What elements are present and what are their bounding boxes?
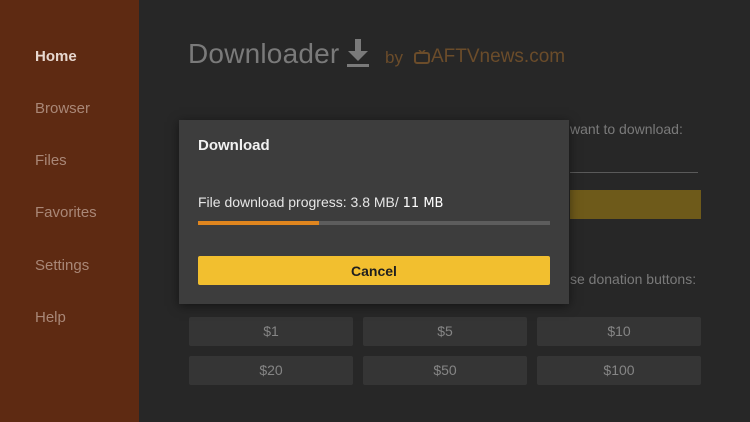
sidebar-item-help[interactable]: Help [35, 309, 66, 326]
donate-10-button[interactable]: $10 [537, 317, 701, 346]
sidebar-item-home[interactable]: Home [35, 48, 77, 65]
by-label: by [385, 48, 403, 67]
cancel-button[interactable]: Cancel [198, 256, 550, 285]
sidebar-item-files[interactable]: Files [35, 152, 67, 169]
donate-50-button[interactable]: $50 [363, 356, 527, 385]
progress-text: File download progress: 3.8 MB/ 11 MB [198, 194, 443, 211]
page-title: Downloader [188, 38, 340, 69]
go-button[interactable] [570, 190, 701, 219]
donate-1-button[interactable]: $1 [189, 317, 353, 346]
tv-icon [414, 49, 430, 69]
brand-name: AFTVnews.com [431, 46, 566, 67]
donation-prompt: se donation buttons: [570, 271, 697, 287]
progress-total: 11 MB [402, 196, 444, 211]
sidebar-item-settings[interactable]: Settings [35, 257, 89, 274]
donate-20-button[interactable]: $20 [189, 356, 353, 385]
download-icon [345, 37, 371, 74]
progress-bar [198, 221, 550, 225]
donate-100-button[interactable]: $100 [537, 356, 701, 385]
download-dialog: Download File download progress: 3.8 MB/… [179, 120, 569, 304]
url-input[interactable] [570, 172, 698, 173]
dialog-title: Download [198, 137, 270, 154]
url-prompt: want to download: [570, 121, 683, 137]
sidebar-item-favorites[interactable]: Favorites [35, 204, 97, 221]
donate-5-button[interactable]: $5 [363, 317, 527, 346]
progress-label: File download progress: 3.8 MB/ [198, 194, 399, 210]
sidebar: Home Browser Files Favorites Settings He… [0, 0, 139, 422]
progress-fill [198, 221, 320, 225]
sidebar-item-browser[interactable]: Browser [35, 100, 90, 117]
